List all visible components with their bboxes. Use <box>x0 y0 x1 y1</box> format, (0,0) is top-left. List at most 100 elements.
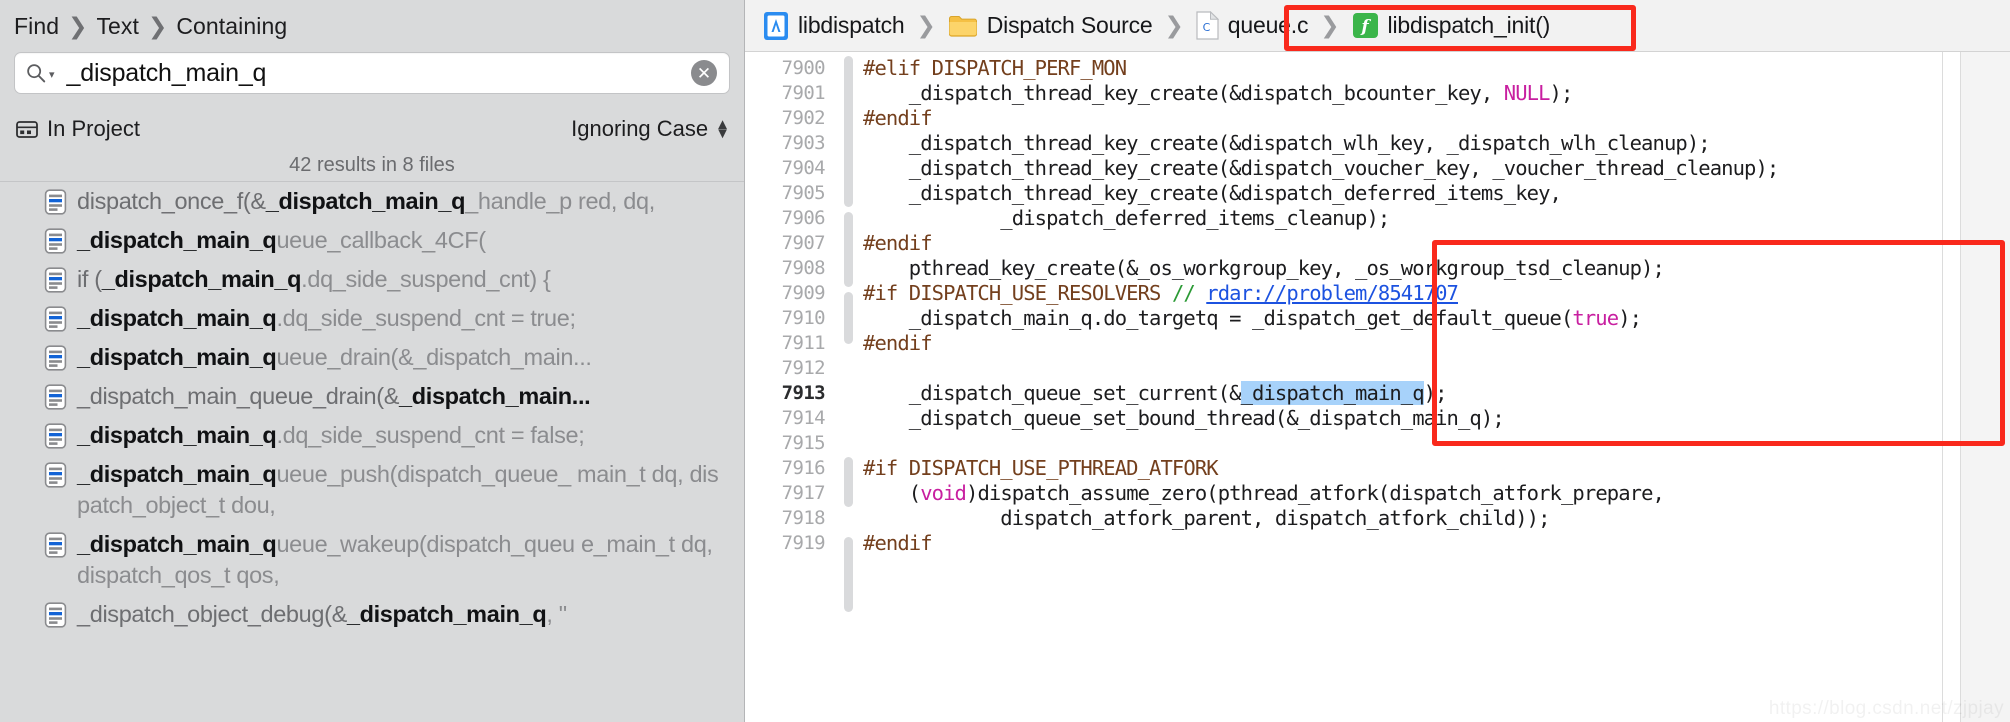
code-line[interactable]: #elif DISPATCH_PERF_MON <box>863 56 1942 81</box>
editor-scroll-rail[interactable] <box>1942 52 1960 722</box>
code-line[interactable]: _dispatch_thread_key_create(&dispatch_de… <box>863 181 1942 206</box>
code-line[interactable]: _dispatch_queue_set_bound_thread(&_dispa… <box>863 406 1942 431</box>
code-line[interactable]: #endif <box>863 231 1942 256</box>
chevron-right-icon: ❯ <box>1320 12 1340 38</box>
line-number[interactable]: 7917 <box>745 481 841 506</box>
search-result-text[interactable]: _dispatch_main_queue_drain(&_dispatch_ma… <box>77 342 592 373</box>
search-result-text[interactable]: dispatch_once_f(&_dispatch_main_q_handle… <box>77 186 655 217</box>
search-result-row[interactable]: _dispatch_main_queue_push(dispatch_queue… <box>0 455 744 525</box>
breadcrumb-label-project[interactable]: libdispatch <box>798 12 905 39</box>
scope-find[interactable]: Find <box>14 13 59 40</box>
line-number[interactable]: 7909 <box>745 281 841 306</box>
search-result-row[interactable]: if (_dispatch_main_q.dq_side_suspend_cnt… <box>0 260 744 299</box>
fold-segment[interactable] <box>844 457 853 507</box>
search-result-row[interactable]: dispatch_once_f(&_dispatch_main_q_handle… <box>0 182 744 221</box>
breadcrumb-label-function[interactable]: libdispatch_init() <box>1388 12 1551 39</box>
search-result-row[interactable]: _dispatch_object_debug(&_dispatch_main_q… <box>0 595 744 634</box>
code-token: _dispatch_thread_key_create(&dispatch_wl… <box>863 131 1711 155</box>
line-number[interactable]: 7901 <box>745 81 841 106</box>
search-icon[interactable] <box>25 62 47 84</box>
search-result-text[interactable]: _dispatch_main_queue_push(dispatch_queue… <box>77 459 728 521</box>
search-result-row[interactable]: _dispatch_main_q.dq_side_suspend_cnt = t… <box>0 299 744 338</box>
search-result-text[interactable]: _dispatch_main_q.dq_side_suspend_cnt = t… <box>77 303 576 334</box>
code-line[interactable] <box>863 431 1942 456</box>
code-folding-ribbon[interactable] <box>841 52 857 722</box>
code-line[interactable]: (void)dispatch_assume_zero(pthread_atfor… <box>863 481 1942 506</box>
code-line[interactable]: #endif <box>863 106 1942 131</box>
search-result-text[interactable]: _dispatch_object_debug(&_dispatch_main_q… <box>77 599 567 630</box>
search-result-text[interactable]: _dispatch_main_queue_wakeup(dispatch_que… <box>77 529 728 591</box>
up-down-stepper-icon[interactable]: ▲ ▼ <box>715 116 730 141</box>
search-input[interactable]: _dispatch_main_q <box>55 59 691 88</box>
code-line[interactable]: pthread_key_create(&_os_workgroup_key, _… <box>863 256 1942 281</box>
line-number[interactable]: 7912 <box>745 356 841 381</box>
line-number[interactable]: 7900 <box>745 56 841 81</box>
code-token-cmt: // <box>1171 281 1207 305</box>
code-line[interactable]: #endif <box>863 331 1942 356</box>
code-token: ); <box>1549 81 1574 105</box>
search-result-row[interactable]: _dispatch_main_queue_drain(&_dispatch_ma… <box>0 377 744 416</box>
code-line[interactable]: _dispatch_thread_key_create(&dispatch_wl… <box>863 131 1942 156</box>
editor-minimap[interactable] <box>1960 52 2010 722</box>
code-line[interactable]: #if DISPATCH_USE_RESOLVERS // rdar://pro… <box>863 281 1942 306</box>
search-result-text[interactable]: _dispatch_main_q.dq_side_suspend_cnt = f… <box>77 420 585 451</box>
line-number[interactable]: 7918 <box>745 506 841 531</box>
search-result-text[interactable]: _dispatch_main_queue_callback_4CF( <box>77 225 486 256</box>
search-result-text[interactable]: _dispatch_main_queue_drain(&_dispatch_ma… <box>77 381 591 412</box>
breadcrumb-label-folder[interactable]: Dispatch Source <box>987 12 1153 39</box>
line-number[interactable]: 7904 <box>745 156 841 181</box>
line-number[interactable]: 7914 <box>745 406 841 431</box>
fold-segment[interactable] <box>844 537 853 612</box>
line-number[interactable]: 7908 <box>745 256 841 281</box>
line-number[interactable]: 7919 <box>745 531 841 556</box>
results-list[interactable]: dispatch_once_f(&_dispatch_main_q_handle… <box>0 182 744 722</box>
fold-segment[interactable] <box>844 56 853 207</box>
line-number[interactable]: 7910 <box>745 306 841 331</box>
breadcrumb-label-file[interactable]: queue.c <box>1228 12 1309 39</box>
code-line[interactable]: _dispatch_main_q.do_targetq = _dispatch_… <box>863 306 1942 331</box>
case-selector[interactable]: Ignoring Case ▲ ▼ <box>571 116 730 142</box>
scope-text[interactable]: Text <box>96 13 139 40</box>
search-result-text[interactable]: if (_dispatch_main_q.dq_side_suspend_cnt… <box>77 264 551 295</box>
code-line[interactable]: _dispatch_thread_key_create(&dispatch_bc… <box>863 81 1942 106</box>
clear-search-button[interactable]: ✕ <box>691 60 717 86</box>
line-number[interactable]: 7913 <box>745 381 841 406</box>
line-number[interactable]: 7902 <box>745 106 841 131</box>
code-line[interactable]: #endif <box>863 531 1942 556</box>
search-field[interactable]: ▾ _dispatch_main_q ✕ <box>14 52 730 94</box>
line-number[interactable]: 7911 <box>745 331 841 356</box>
scope-label[interactable]: In Project <box>47 116 140 142</box>
scope-containing[interactable]: Containing <box>176 13 287 40</box>
line-number[interactable]: 7906 <box>745 206 841 231</box>
code-token: _dispatch_thread_key_create(&dispatch_vo… <box>863 156 1780 180</box>
code-line[interactable] <box>863 356 1942 381</box>
fold-segment[interactable] <box>844 292 853 344</box>
search-icon-wrap[interactable]: ▾ <box>25 62 55 84</box>
case-label[interactable]: Ignoring Case <box>571 116 708 142</box>
code-line[interactable]: _dispatch_queue_set_current(&_dispatch_m… <box>863 381 1942 406</box>
fold-segment[interactable] <box>844 212 853 287</box>
search-result-row[interactable]: _dispatch_main_queue_drain(&_dispatch_ma… <box>0 338 744 377</box>
search-result-row[interactable]: _dispatch_main_queue_wakeup(dispatch_que… <box>0 525 744 595</box>
breadcrumb-item-file[interactable]: C queue.c <box>1192 8 1312 43</box>
line-number-gutter[interactable]: 7900 7901 7902 7903 7904 7905 7906 7907 7908 7909… <box>745 52 841 722</box>
search-result-row[interactable]: _dispatch_main_queue_callback_4CF( <box>0 221 744 260</box>
code-line[interactable]: _dispatch_thread_key_create(&dispatch_vo… <box>863 156 1942 181</box>
line-number[interactable]: 7907 <box>745 231 841 256</box>
line-number[interactable]: 7903 <box>745 131 841 156</box>
scope-selector[interactable]: In Project <box>16 116 140 142</box>
results-summary: 42 results in 8 files <box>0 150 744 182</box>
code-text[interactable]: #elif DISPATCH_PERF_MON _dispatch_thread… <box>857 52 1942 722</box>
find-scope-breadcrumb[interactable]: Find ❯ Text ❯ Containing <box>14 13 287 40</box>
code-line[interactable]: #if DISPATCH_USE_PTHREAD_ATFORK <box>863 456 1942 481</box>
line-number[interactable]: 7916 <box>745 456 841 481</box>
code-line[interactable]: _dispatch_deferred_items_cleanup); <box>863 206 1942 231</box>
code-area[interactable]: 7900 7901 7902 7903 7904 7905 7906 7907 7908 7909… <box>745 52 2010 722</box>
search-result-row[interactable]: _dispatch_main_q.dq_side_suspend_cnt = f… <box>0 416 744 455</box>
code-line[interactable]: dispatch_atfork_parent, dispatch_atfork_… <box>863 506 1942 531</box>
breadcrumb-item-function[interactable]: f libdispatch_init() <box>1348 9 1555 42</box>
breadcrumb-item-project[interactable]: libdispatch <box>759 8 908 44</box>
line-number[interactable]: 7905 <box>745 181 841 206</box>
breadcrumb-item-folder[interactable]: Dispatch Source <box>944 9 1157 42</box>
line-number[interactable]: 7915 <box>745 431 841 456</box>
